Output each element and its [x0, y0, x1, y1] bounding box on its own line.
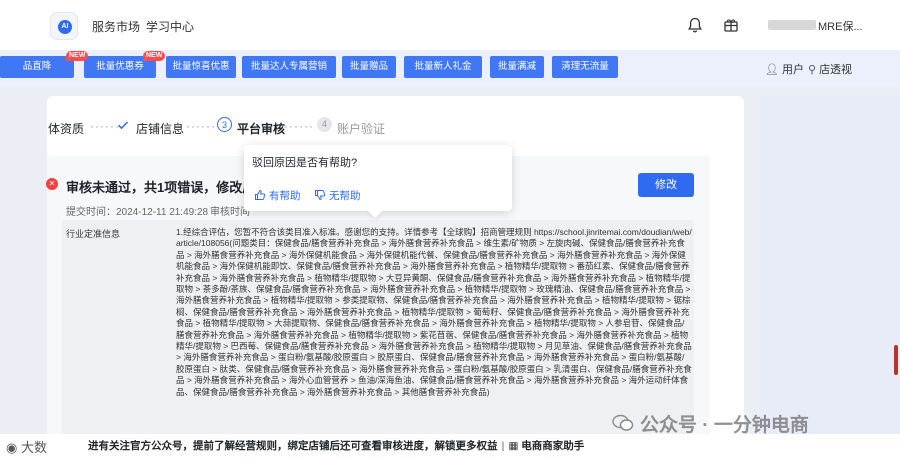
nav-learning-center[interactable]: 学习中心 [146, 18, 194, 35]
promo-clean-traffic-button[interactable]: 清理无流量 [552, 56, 618, 78]
thumbs-up-icon [255, 189, 266, 200]
user-icon: 👤︎ [765, 64, 779, 76]
new-badge: NEW [143, 51, 166, 61]
camera-icon: ◉ [6, 440, 18, 455]
ai-logo[interactable]: AI [50, 12, 78, 40]
step-number-3: 3 [217, 117, 232, 132]
footer-caption: ◉ 大数 [6, 440, 47, 455]
watermark: 公众号 · 一分钟电商 [640, 415, 809, 436]
new-badge: NEW [66, 51, 89, 61]
right-background [760, 96, 900, 460]
promo-full-reduction-button[interactable]: 批量满减 [490, 56, 544, 78]
avatar[interactable] [768, 20, 816, 30]
field-label: 行业定准信息 [66, 229, 121, 239]
popover-question: 驳回原因是否有帮助? [252, 157, 358, 169]
review-failed-title: 审核未通过，共1项错误，修改后需 [66, 180, 269, 195]
step-qualification: 体资质 [48, 122, 85, 136]
location-icon: ⚲ [808, 64, 817, 76]
step-number-4: 4 [317, 117, 332, 132]
users-link[interactable]: 👤︎ 用户 [765, 61, 804, 77]
store-insight-link[interactable]: ⚲ 店透视 [808, 61, 852, 77]
rejection-reason-text: 1.经综合评估，您暂不符合该类目准入标准。感谢您的支持。详情参考【全球购】招商管… [176, 227, 692, 397]
step-platform-review: 平台审核 [237, 122, 286, 136]
not-helpful-button[interactable]: 无帮助 [314, 188, 361, 203]
ai-logo-text: AI [58, 20, 72, 34]
promo-newcomer-button[interactable]: 批量新人礼金 [404, 56, 482, 78]
thumbs-down-icon [315, 190, 326, 201]
scrollbar-handle[interactable] [894, 345, 898, 375]
promo-gift-button[interactable]: 批量赠品 [342, 56, 396, 78]
step-done-check-icon [117, 121, 129, 130]
promo-surprise-button[interactable]: 批量惊喜优惠 [166, 56, 236, 78]
step-divider: ······ [284, 119, 314, 133]
edit-button[interactable]: 修改 [638, 173, 694, 197]
step-store-info: 店铺信息 [136, 122, 185, 136]
nav-service-market[interactable]: 服务市场 [92, 18, 140, 35]
step-account-verify: 账户验证 [337, 122, 386, 136]
error-icon: ✕ [46, 178, 58, 190]
footer-promo: 进有关注官方公众号，提前了解经营规则，绑定店铺后还可查看审核进度，解锁更多权益 |… [88, 440, 585, 452]
step-divider: ······ [186, 119, 216, 133]
promo-price-cut-button[interactable]: 品直降 [0, 56, 74, 78]
wechat-icon [612, 414, 634, 431]
promo-influencer-button[interactable]: 批量达人专属营销 [242, 56, 336, 78]
helpful-button[interactable]: 有帮助 [254, 188, 301, 203]
user-name[interactable]: MRE保... [818, 18, 863, 34]
gift-box-icon[interactable] [722, 16, 740, 34]
grid-icon: ▦ [508, 440, 519, 452]
submit-time: 提交时间：2024-12-11 21:49:28 [66, 207, 209, 218]
merchant-assistant-link[interactable]: 电商商家助手 [521, 440, 584, 452]
bell-icon[interactable] [686, 16, 704, 34]
